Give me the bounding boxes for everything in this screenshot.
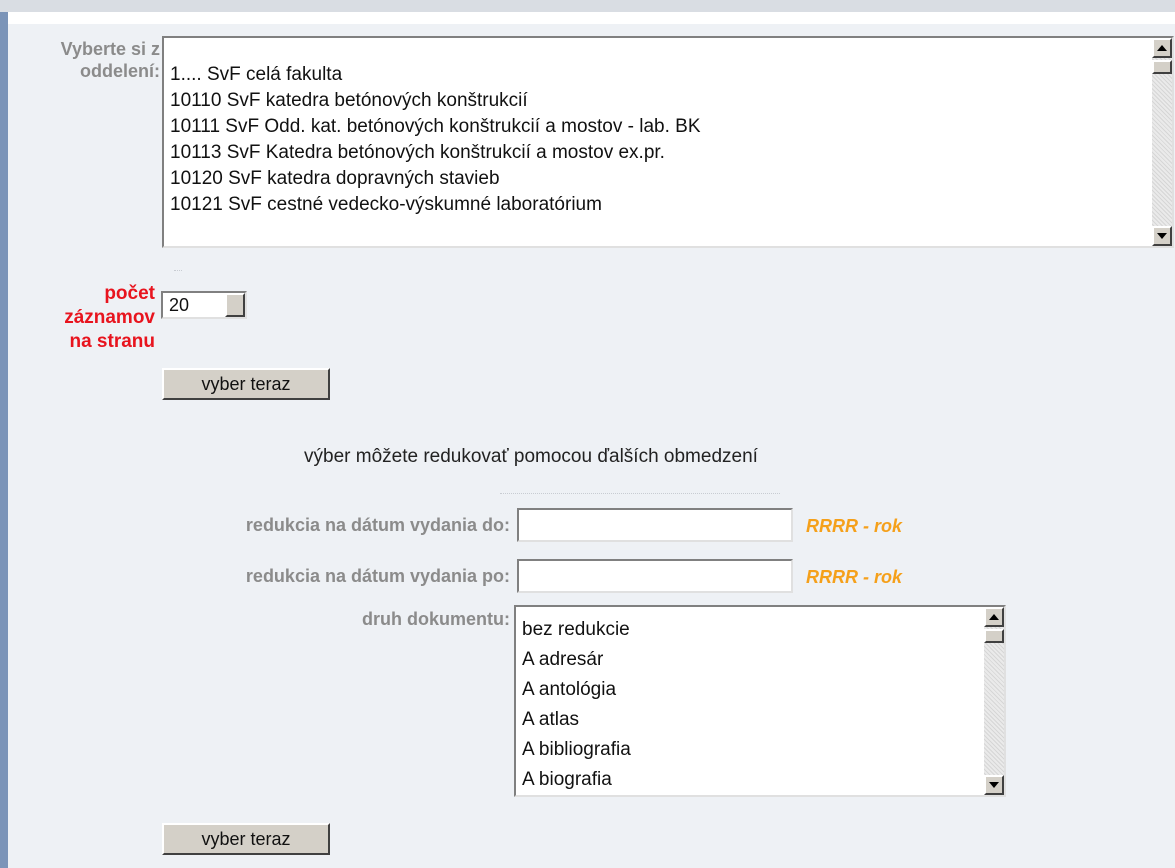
records-per-page-dropdown-button[interactable]	[225, 293, 245, 317]
left-accent-bar	[0, 12, 8, 868]
scroll-up-button[interactable]	[984, 607, 1004, 627]
records-per-page-label: počet záznamov na stranu	[10, 282, 155, 354]
scroll-down-button[interactable]	[984, 775, 1004, 795]
scroll-thumb[interactable]	[984, 629, 1004, 643]
arrow-down-icon	[989, 782, 999, 788]
arrow-down-icon	[1157, 233, 1167, 239]
arrow-up-icon	[989, 614, 999, 620]
scroll-down-button[interactable]	[1152, 226, 1172, 246]
records-per-page-select[interactable]: 20	[161, 291, 247, 319]
divider	[174, 270, 182, 271]
date-from-hint: RRRR - rok	[806, 567, 903, 587]
department-option[interactable]: 10113 SvF Katedra betónových konštrukcií…	[164, 140, 1172, 166]
top-bar	[0, 0, 1175, 12]
date-to-hint: RRRR - rok	[806, 516, 903, 536]
date-from-label: redukcia na dátum vydania po:	[245, 566, 510, 586]
document-type-option[interactable]: A bibliografia	[516, 735, 1004, 765]
scroll-up-button[interactable]	[1152, 38, 1172, 58]
divider	[500, 493, 780, 494]
date-to-input[interactable]	[517, 508, 793, 542]
arrow-up-icon	[1157, 45, 1167, 51]
document-type-option[interactable]: A adresár	[516, 645, 1004, 675]
reduction-heading: výber môžete redukovať pomocou ďalších o…	[304, 446, 758, 467]
department-option[interactable]: 10121 SvF cestné vedecko-výskumné labora…	[164, 192, 1172, 218]
department-label: Vyberte si z oddelení:	[60, 39, 160, 81]
department-option[interactable]: 10111 SvF Odd. kat. betónových konštrukc…	[164, 114, 1172, 140]
document-type-label: druh dokumentu:	[362, 609, 510, 629]
document-type-option[interactable]: bez redukcie	[516, 615, 1004, 645]
document-type-option[interactable]: A atlas	[516, 705, 1004, 735]
select-now-button-bottom[interactable]: vyber teraz	[162, 823, 330, 855]
department-option[interactable]: 10110 SvF katedra betónových konštrukcií	[164, 88, 1172, 114]
document-type-option[interactable]: A antológia	[516, 675, 1004, 705]
document-type-option[interactable]: A biografia	[516, 765, 1004, 795]
department-listbox[interactable]: 1.... SvF celá fakulta 10110 SvF katedra…	[162, 36, 1174, 248]
records-label-line: počet	[104, 283, 155, 304]
document-type-scrollbar[interactable]	[984, 607, 1004, 795]
records-per-page-value: 20	[169, 295, 190, 315]
date-to-label: redukcia na dátum vydania do:	[245, 515, 510, 535]
records-label-line: záznamov	[64, 307, 155, 328]
date-from-input[interactable]	[517, 559, 793, 593]
department-scrollbar[interactable]	[1152, 38, 1172, 246]
records-label-line: na stranu	[69, 331, 155, 352]
document-type-listbox[interactable]: bez redukcie A adresár A antológia A atl…	[514, 605, 1006, 797]
department-option[interactable]: 10120 SvF katedra dopravných stavieb	[164, 166, 1172, 192]
department-option[interactable]: 1.... SvF celá fakulta	[164, 62, 1172, 88]
select-now-button[interactable]: vyber teraz	[162, 368, 330, 400]
scroll-thumb[interactable]	[1152, 60, 1172, 74]
